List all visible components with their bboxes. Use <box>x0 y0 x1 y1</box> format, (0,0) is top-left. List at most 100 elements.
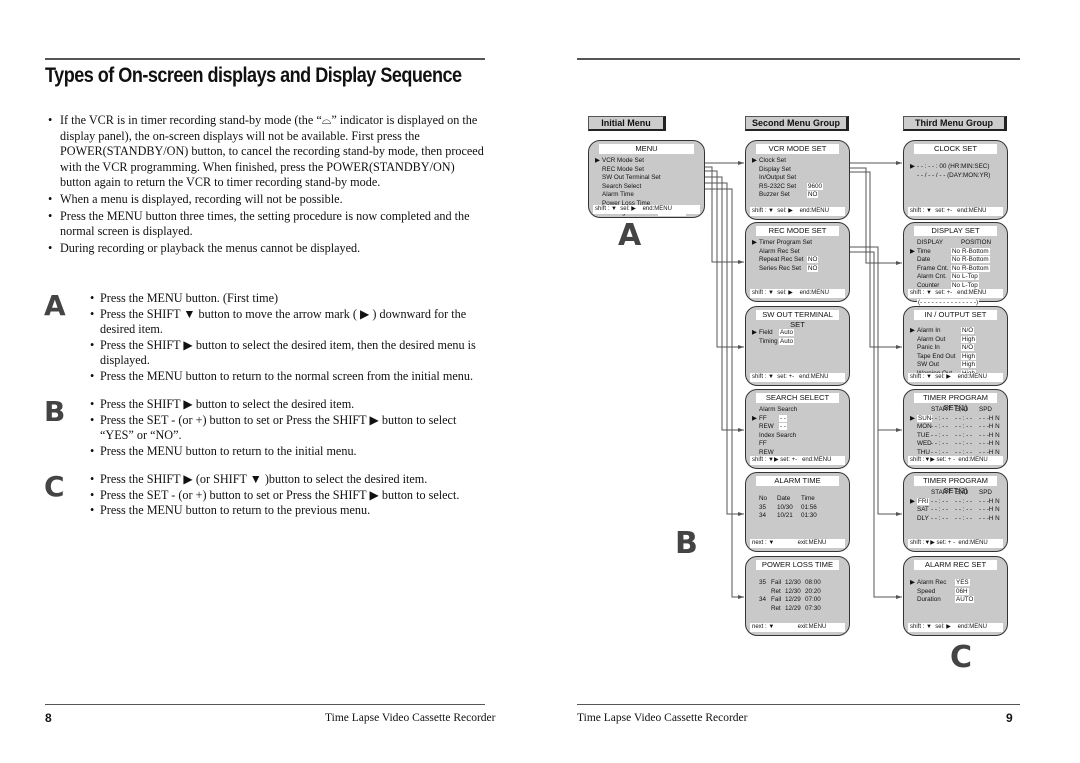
menu-title: MENU <box>599 144 694 154</box>
menu-line: Index Search <box>752 432 845 441</box>
menu-text: - - : - - <box>955 431 973 439</box>
selector-space <box>595 166 602 175</box>
menu-title: CLOCK SET <box>914 144 997 154</box>
menu-line: 34 10/21 01:30 <box>752 512 845 521</box>
menu-text: Fail <box>771 579 782 586</box>
menu-text: - - -H N <box>979 514 1000 522</box>
menu-footer: shift : ▼ sel: ▶ end:MENU <box>593 205 700 214</box>
selector-space <box>910 344 917 353</box>
menu-value: N/O <box>961 327 975 334</box>
menu-line: - - / - - / - - (DAY:MON:YR) <box>910 172 1003 181</box>
menu-value: SUN <box>917 414 933 422</box>
menu-value: No <box>951 273 962 281</box>
menu-text: Display Set <box>759 165 791 173</box>
menu-text: Series Rec Set <box>759 264 801 272</box>
menu-value: N/O <box>961 344 975 352</box>
menu-screen-timer2: TIMER PROGRAM SET(2) START END SPD ▶ FRI - - :… <box>903 472 1008 552</box>
menu-line: ▶ SUN - - : - -- - : - -- - -H N <box>910 414 1003 424</box>
menu-value: Auto <box>779 337 794 345</box>
menu-text: REW <box>759 448 774 456</box>
selector-space <box>910 353 917 362</box>
menu-text: SW Out <box>917 361 940 369</box>
connector-arrow <box>705 166 744 264</box>
menu-line: ▶ Timer Program Set <box>752 239 845 248</box>
menu-text: - - / - - / - - (DAY:MON:YR) <box>917 171 991 179</box>
menu-line: ▶ Time No R-Bottom <box>910 247 1003 257</box>
menu-value: L-Top <box>961 281 979 289</box>
menu-value: NO <box>807 191 819 199</box>
menu-line: START END SPD <box>910 489 1003 498</box>
menu-value: R-Bottom <box>961 247 990 255</box>
menu-screen-rec: REC MODE SET ▶ Timer Program Set Alarm Rec … <box>745 222 850 302</box>
menu-line: ▶ Alarm In N/O <box>910 327 1003 336</box>
menu-text: Duration <box>917 596 941 604</box>
selector-arrow-icon: ▶ <box>752 329 757 336</box>
menu-text: - - : - - <box>955 448 973 456</box>
menu-text: - - : - - <box>931 514 949 522</box>
menu-text: SW Out Terminal Set <box>602 174 661 182</box>
selector-arrow-icon: ▶ <box>752 414 757 422</box>
menu-line: FF <box>752 440 845 449</box>
menu-text: TUE <box>917 431 930 439</box>
selector-arrow-icon: ▶ <box>910 247 915 255</box>
menu-title: TIMER PROGRAM SET(1) <box>914 393 997 412</box>
menu-text: Index Search <box>759 431 797 439</box>
menu-screen-alarmrec: ALARM REC SET ▶ Alarm Rec YES Speed 06H Durati… <box>903 556 1008 636</box>
menu-text: - - : - - <box>931 431 949 439</box>
menu-line: DISPLAY POSITION <box>910 239 1003 248</box>
menu-text: DLY <box>917 514 929 522</box>
menu-screen-clock: CLOCK SET ▶ - - : - - : 00 (HR:MIN:SEC) - -… <box>903 140 1008 220</box>
menu-text: - - : - - <box>955 440 973 448</box>
selector-space <box>752 174 759 183</box>
menu-value: 9600 <box>807 182 824 190</box>
menu-text: END <box>955 406 969 413</box>
selector-space <box>752 432 759 441</box>
menu-screen-inout: IN / OUTPUT SET ▶ Alarm In N/O Alarm Out High… <box>903 306 1008 386</box>
selector-space <box>910 515 917 524</box>
menu-value: YES <box>955 579 970 586</box>
menu-text: In/Output Set <box>759 174 797 182</box>
selector-space <box>752 338 759 347</box>
menu-title: SW OUT TERMINAL SET <box>756 310 839 329</box>
menu-line: ▶ FF - - <box>752 414 845 424</box>
menu-text: Alarm Search <box>759 406 798 413</box>
menu-line: REC Mode Set <box>595 166 700 175</box>
menu-footer: shift : ▼ set: +- end:MENU <box>750 373 845 382</box>
menu-line: ▶ VCR Mode Set <box>595 157 700 166</box>
selector-space <box>910 432 917 441</box>
selector-space <box>752 265 759 274</box>
selector-space <box>910 489 917 498</box>
selector-space <box>752 248 759 257</box>
selector-arrow-icon: ▶ <box>595 157 600 164</box>
menu-text: - - : - - <box>931 506 949 514</box>
menu-line: RS-232C Set 9600 <box>752 182 845 192</box>
selector-space <box>910 596 917 605</box>
menu-text: REC Mode Set <box>602 165 644 173</box>
menu-text: START <box>931 489 952 496</box>
menu-text: - - : - - <box>955 423 973 431</box>
menu-text: 10/30 <box>777 503 793 511</box>
selector-space <box>595 174 602 183</box>
menu-line: SAT - - : - -- - : - -- - -H N <box>910 506 1003 515</box>
selector-space <box>752 166 759 175</box>
menu-text: - - -H N <box>979 440 1000 448</box>
menu-footer: shift : ▼ sel: ▶ end:MENU <box>750 289 845 298</box>
menu-value: No <box>951 264 962 272</box>
menu-text: 07:00 <box>805 596 821 604</box>
menu-text: Date <box>777 495 791 502</box>
selector-space <box>910 256 917 265</box>
connector-arrow <box>705 170 744 349</box>
menu-footer: shift : ▼ sel: ▶ end:MENU <box>908 373 1003 382</box>
menu-text: Counter <box>917 281 940 289</box>
menu-text: SAT <box>917 506 929 514</box>
menu-text: 10/21 <box>777 512 793 520</box>
selector-arrow-icon: ▶ <box>910 579 915 586</box>
menu-text: - - -H N <box>979 423 1000 431</box>
menu-title: SEARCH SELECT <box>756 393 839 403</box>
menu-line: Series Rec Set NO <box>752 264 845 274</box>
selector-space <box>595 191 602 200</box>
menu-line: REW - - <box>752 423 845 432</box>
menu-line: Alarm Rec Set <box>752 248 845 257</box>
menu-screen-sw: SW OUT TERMINAL SET ▶ Field Auto Timing Auto s… <box>745 306 850 386</box>
menu-line: Alarm Time <box>595 191 700 200</box>
